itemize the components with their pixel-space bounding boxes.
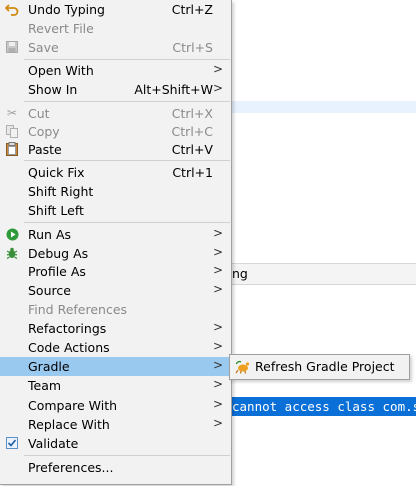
menu-item-undo-typing[interactable]: Undo Typing Ctrl+Z <box>0 0 231 19</box>
refresh-gradle-icon <box>234 359 250 375</box>
menu-separator <box>24 101 230 102</box>
menu-item-shortcut: Ctrl+1 <box>172 165 213 180</box>
menu-item-label: Debug As <box>28 246 89 261</box>
menu-item-label: Quick Fix <box>28 165 85 180</box>
menu-item-paste[interactable]: Paste Ctrl+V <box>0 140 231 159</box>
console-selected-line[interactable]: cannot access class com.su <box>232 397 416 416</box>
menu-item-revert-file[interactable]: Revert File <box>0 19 231 38</box>
menu-item-cut[interactable]: ✂ Cut Ctrl+X <box>0 104 231 123</box>
submenu-arrow-icon: > <box>212 397 223 411</box>
menu-item-label: Cut <box>28 106 50 121</box>
run-play-icon <box>4 226 20 242</box>
menu-item-label: Show In <box>28 82 78 97</box>
menu-item-label: Profile As <box>28 264 86 279</box>
submenu-arrow-icon: > <box>212 358 223 372</box>
submenu-arrow-icon: > <box>212 282 223 296</box>
menu-item-find-references[interactable]: Find References <box>0 300 231 319</box>
menu-item-profile-as[interactable]: Profile As > <box>0 262 231 281</box>
menu-item-show-in[interactable]: Show In Alt+Shift+W > <box>0 80 231 99</box>
console-tab-bar <box>232 264 416 285</box>
menu-separator <box>24 160 230 161</box>
menu-item-label: Compare With <box>28 398 118 413</box>
menu-item-quick-fix[interactable]: Quick Fix Ctrl+1 <box>0 163 231 182</box>
menu-item-label: Refactorings <box>28 321 107 336</box>
menu-item-label: Undo Typing <box>28 2 105 17</box>
submenu-arrow-icon: > <box>212 226 223 240</box>
menu-item-save[interactable]: Save Ctrl+S <box>0 38 231 57</box>
menu-item-label: Team <box>28 378 62 393</box>
menu-separator <box>24 59 230 60</box>
menu-item-team[interactable]: Team > <box>0 376 231 395</box>
submenu-arrow-icon: > <box>212 81 223 95</box>
save-disk-icon <box>4 39 20 55</box>
menu-item-refactorings[interactable]: Refactorings > <box>0 319 231 338</box>
menu-item-label: Revert File <box>28 21 94 36</box>
undo-arrow-icon <box>4 1 20 17</box>
menu-item-label: Gradle <box>28 359 70 374</box>
menu-item-open-with[interactable]: Open With > <box>0 61 231 80</box>
submenu-arrow-icon: > <box>212 245 223 259</box>
checkbox-checked-icon <box>4 435 20 451</box>
console-tab-label-fragment[interactable]: ng <box>232 266 248 281</box>
menu-separator <box>24 455 230 456</box>
menu-item-copy[interactable]: Copy Ctrl+C <box>0 122 231 141</box>
copy-icon <box>4 123 20 139</box>
menu-item-label: Find References <box>28 302 128 317</box>
editor-context-menu: Undo Typing Ctrl+Z Revert File Save Ctrl… <box>0 0 232 485</box>
scissors-icon: ✂ <box>6 106 18 120</box>
menu-item-label: Replace With <box>28 417 110 432</box>
submenu-arrow-icon: > <box>212 377 223 391</box>
menu-item-label: Validate <box>28 436 79 451</box>
menu-item-code-actions[interactable]: Code Actions > <box>0 338 231 357</box>
menu-item-label: Source <box>28 283 71 298</box>
menu-item-replace-with[interactable]: Replace With > <box>0 415 231 434</box>
menu-item-shortcut: Alt+Shift+W <box>134 82 213 97</box>
menu-item-label: Copy <box>28 124 60 139</box>
menu-item-label: Run As <box>28 227 72 242</box>
menu-item-refresh-gradle-project[interactable]: Refresh Gradle Project <box>230 355 409 379</box>
menu-item-label: Paste <box>28 142 62 157</box>
menu-item-label: Preferences... <box>28 460 114 475</box>
menu-item-shortcut: Ctrl+Z <box>171 2 213 17</box>
menu-item-debug-as[interactable]: Debug As > <box>0 244 231 263</box>
menu-item-validate[interactable]: Validate <box>0 434 231 453</box>
menu-item-label: Open With <box>28 63 94 78</box>
gradle-submenu: Refresh Gradle Project <box>229 354 410 380</box>
menu-item-shortcut: Ctrl+X <box>171 106 213 121</box>
submenu-arrow-icon: > <box>212 320 223 334</box>
menu-item-label: Shift Left <box>28 203 84 218</box>
submenu-arrow-icon: > <box>212 263 223 277</box>
menu-item-label: Code Actions <box>28 340 110 355</box>
clipboard-icon <box>4 141 20 157</box>
editor-current-line-highlight <box>232 101 416 113</box>
submenu-arrow-icon: > <box>212 339 223 353</box>
menu-item-source[interactable]: Source > <box>0 281 231 300</box>
submenu-arrow-icon: > <box>212 416 223 430</box>
menu-item-shortcut: Ctrl+S <box>172 40 213 55</box>
menu-item-shift-right[interactable]: Shift Right <box>0 182 231 201</box>
menu-item-label: Shift Right <box>28 184 94 199</box>
menu-item-shift-left[interactable]: Shift Left <box>0 201 231 220</box>
submenu-arrow-icon: > <box>212 62 223 76</box>
debug-bug-icon <box>4 245 20 261</box>
menu-item-compare-with[interactable]: Compare With > <box>0 396 231 415</box>
menu-item-gradle[interactable]: Gradle > <box>0 357 231 376</box>
menu-item-shortcut: Ctrl+V <box>171 142 213 157</box>
menu-item-preferences[interactable]: Preferences... <box>0 458 231 477</box>
menu-separator <box>24 222 230 223</box>
menu-item-label: Save <box>28 40 59 55</box>
menu-item-label: Refresh Gradle Project <box>255 359 395 374</box>
menu-item-run-as[interactable]: Run As > <box>0 225 231 244</box>
menu-item-shortcut: Ctrl+C <box>171 124 213 139</box>
